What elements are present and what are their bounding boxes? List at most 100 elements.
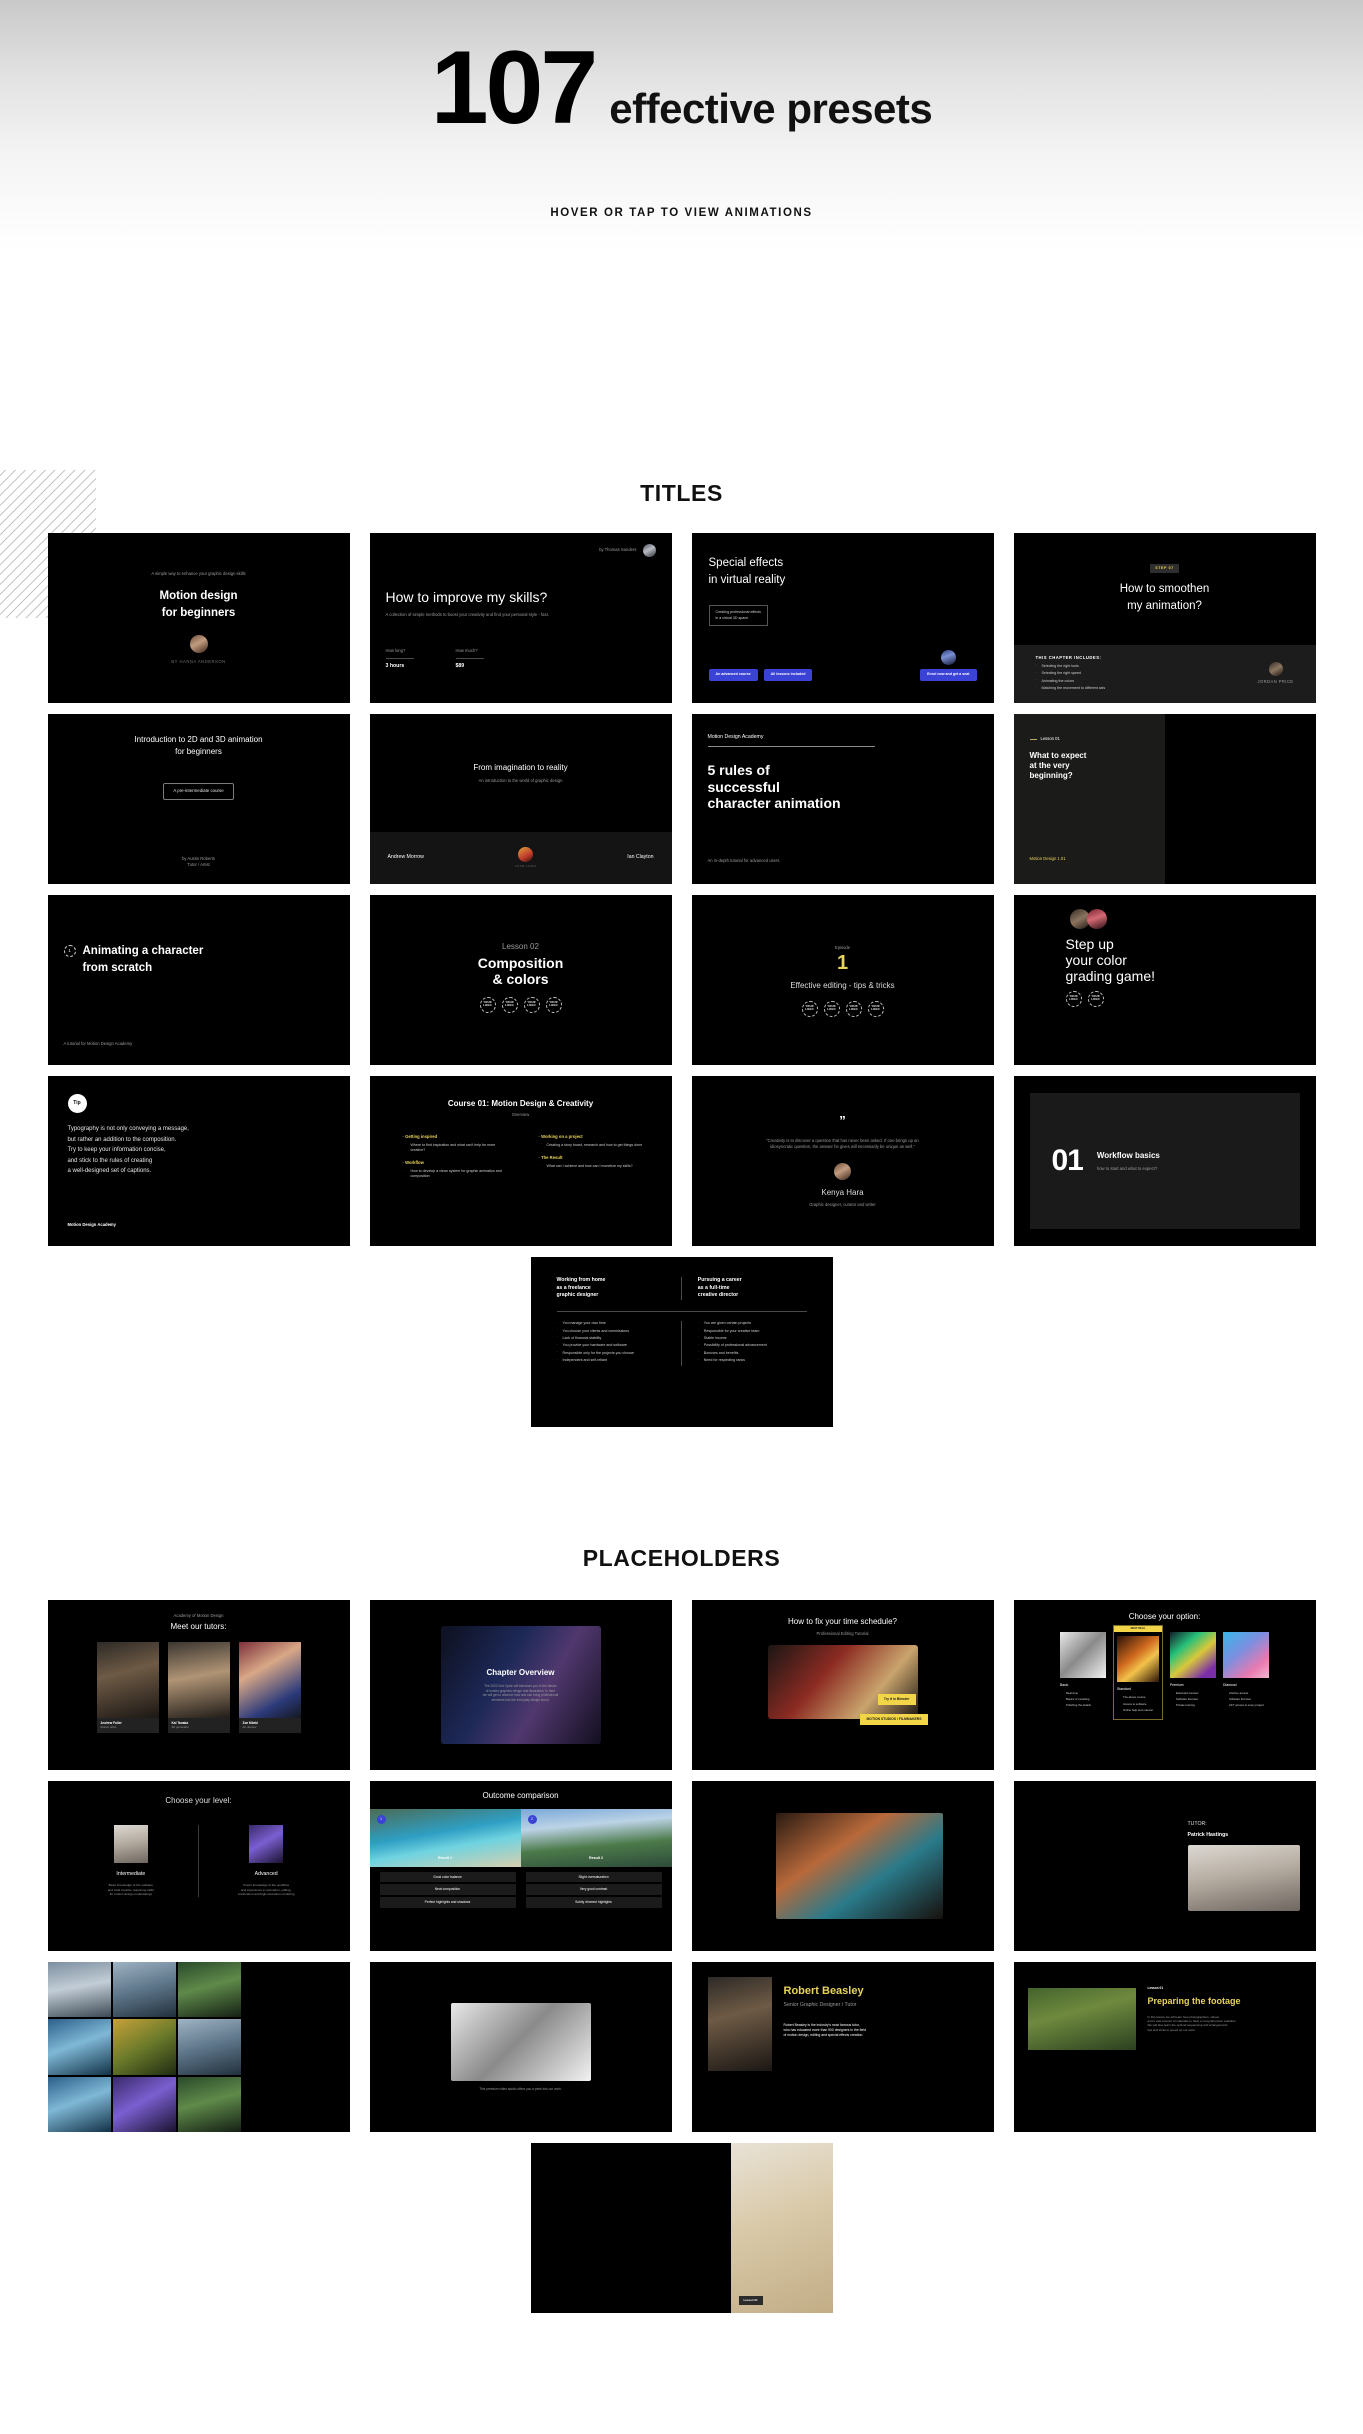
cta-advanced-course[interactable]: An advanced course: [708, 668, 758, 681]
compare-right-item: Possibility of professional advancement: [698, 1343, 807, 1348]
quote-line2: idiosyncratic question, the answer he gi…: [770, 1143, 915, 1149]
placeholder-card-preparing-footage[interactable]: Lesson 01 Preparing the footage In this …: [1013, 1962, 1316, 2132]
compare-right-item: Need for respecting ranks: [698, 1358, 807, 1363]
card-title: Chapter Overview: [486, 1668, 555, 1678]
preset-card-special-effects[interactable]: Special effects in virtual reality Creat…: [691, 533, 994, 703]
tip-line: Typography is not only conveying a messa…: [67, 1126, 189, 1132]
tutor-photo: [707, 1977, 772, 2071]
preset-card-improve-skills[interactable]: by Thomas Sanders How to improve my skil…: [369, 533, 672, 703]
cta-enrol[interactable]: Enrol now and get a seat: [920, 668, 977, 681]
tip-badge: Tip: [67, 1094, 87, 1113]
card-title-line1: 5 rules of: [707, 762, 770, 779]
card-note-line1: Creating professional effects: [715, 610, 761, 615]
compare-left-title-l3: graphic designer: [556, 1292, 599, 1299]
preset-card-quote-kenya-hara[interactable]: ” “Creativity is to discover a question …: [691, 1076, 994, 1246]
preset-card-motion-design[interactable]: A simple way to enhance your graphic des…: [47, 533, 350, 703]
avatar: [940, 649, 956, 665]
overview-item: Creating a story board, research and how…: [541, 1142, 644, 1148]
preset-card-imagination-reality[interactable]: From imagination to reality An introduct…: [369, 714, 672, 884]
logo-placeholder: YOUR LOGO: [867, 1000, 884, 1017]
placeholder-card-notebook[interactable]: Lesson 01: [530, 2143, 833, 2313]
preset-card-typography-tip[interactable]: Tip Typography is not only conveying a m…: [47, 1076, 350, 1246]
comparison-row: Perfect highlights and shadows: [379, 1897, 516, 1908]
compare-right-title-l2: as a full-time: [697, 1284, 730, 1291]
card-title-line2: my animation?: [1127, 599, 1202, 612]
card-title-line2: successful: [707, 778, 780, 795]
speaker-name-left: Andrew Morrow: [387, 854, 424, 861]
placeholder-card-tutor-patrick[interactable]: TUTOR: Patrick Hastings: [1013, 1781, 1316, 1951]
titles-center-row: Working from home as a freelance graphic…: [33, 1257, 1330, 1427]
logo-placeholder: YOUR LOGO: [801, 1000, 818, 1017]
tier-name: Standard: [1117, 1687, 1131, 1692]
preset-card-smoothen-animation[interactable]: STEP 07 How to smoothen my animation? TH…: [1013, 533, 1316, 703]
overview-head: · Working on a project: [538, 1133, 583, 1139]
placeholder-card-time-schedule[interactable]: How to fix your time schedule? Professio…: [691, 1600, 994, 1770]
preset-card-what-to-expect[interactable]: Lesson 01 What to expect at the very beg…: [1013, 714, 1316, 884]
preset-card-5-rules[interactable]: Motion Design Academy 5 rules of success…: [691, 714, 994, 884]
best-deal-ribbon: BEST DEAL: [1114, 1625, 1162, 1633]
card-title-line2: & colors: [492, 971, 549, 988]
placeholder-card-studio-caption[interactable]: This premium video studio offers you a p…: [369, 1962, 672, 2132]
placeholder-card-outcome-comparison[interactable]: Outcome comparison 1 Result 1 2 Result 2…: [369, 1781, 672, 1951]
avatar: [1086, 909, 1107, 929]
card-subtitle: Professional Editing Tutorial: [816, 1630, 869, 1636]
cta-all-lessons[interactable]: All lessons included: [763, 668, 813, 681]
placeholder-card-robert-beasley[interactable]: Robert Beasley Senior Graphic Designer /…: [691, 1962, 994, 2132]
mosaic-tile: [178, 2076, 242, 2132]
card-title-line1: How to smoothen: [1119, 582, 1210, 595]
placeholder-card-choose-option[interactable]: Choose your option: Basic Real-time Basi…: [1013, 1600, 1316, 1770]
compare-left-title-l2: as a freelance: [556, 1284, 591, 1291]
placeholder-card-photo-mosaic[interactable]: [47, 1962, 350, 2132]
card-title-line2: your color: [1065, 952, 1127, 969]
quote-author-role: Graphic designer, curator and writer: [809, 1201, 876, 1207]
card-author: JORDAN PRICE: [1257, 679, 1294, 685]
episode-number: 1: [836, 952, 849, 975]
logo-placeholder: YOUR LOGO: [1087, 991, 1104, 1008]
card-byline: by Thomas Sanders: [599, 547, 637, 553]
compare-left-item: Responsible only for the projects you ch…: [557, 1350, 666, 1356]
tutor-eyebrow: TUTOR:: [1187, 1820, 1207, 1827]
preset-card-intro-2d-3d[interactable]: Introduction to 2D and 3D animation for …: [47, 714, 350, 884]
preset-card-career-comparison[interactable]: Working from home as a freelance graphic…: [530, 1257, 833, 1427]
preset-card-episode-1[interactable]: Episode 1 Effective editing - tips & tri…: [691, 895, 994, 1065]
comparison-row: Good color balance: [379, 1871, 516, 1883]
preset-card-composition-colors[interactable]: Lesson 02 Composition & colors YOUR LOGO…: [369, 895, 672, 1065]
course-level-chip[interactable]: A pre-intermediate course: [163, 783, 234, 800]
level-name: Advanced: [254, 1870, 278, 1877]
level-name: Intermediate: [116, 1870, 146, 1877]
preset-card-workflow-basics[interactable]: 01 Workflow basics how to start and what…: [1013, 1076, 1316, 1246]
mosaic-tile: [178, 2019, 242, 2075]
preset-card-course-overview[interactable]: Course 01: Motion Design & Creativity Ov…: [369, 1076, 672, 1246]
section-number: 01: [1051, 1144, 1084, 1177]
cta-motion-studios[interactable]: MOTION STUDIOS / FILMMAKERS: [860, 1713, 928, 1725]
avatar: [834, 1162, 851, 1180]
preset-card-animating-character[interactable]: 1 Animating a character from scratch A t…: [47, 895, 350, 1065]
tier-item: Access to software: [1117, 1701, 1159, 1706]
mosaic-tile: [112, 1962, 177, 2018]
level-image: [249, 1824, 284, 1863]
section-title-placeholders: PLACEHOLDERS: [582, 1545, 781, 1571]
brand-name: Motion Design Academy: [707, 734, 764, 740]
placeholder-card-chapter-overview[interactable]: Chapter Overview The 2022 2nd Cycle will…: [369, 1600, 672, 1770]
compare-left-item: Lack of financial stability: [557, 1335, 666, 1341]
tutor-bio-line: of motion design, editing and special ef…: [783, 2033, 864, 2038]
card-author-line2: Tutor / Artist: [187, 861, 210, 867]
chapter-item: Matching the movement to different axis: [1036, 685, 1106, 691]
card-title: Outcome comparison: [482, 1791, 559, 1800]
card-subtitle: A collection of simple methods to boost …: [385, 612, 549, 618]
preset-card-color-grading[interactable]: Step up your color grading game! YOUR LO…: [1013, 895, 1316, 1065]
placeholder-card-choose-level[interactable]: Choose your level: Intermediate Basic kn…: [47, 1781, 350, 1951]
placeholder-card-meet-tutors[interactable]: Academy of Motion Design Meet our tutors…: [47, 1600, 350, 1770]
cta-try-blender[interactable]: Try it in Blender: [877, 1693, 916, 1705]
tutor-photo: [238, 1641, 301, 1718]
tutor-photo: [167, 1641, 230, 1718]
tier-item: Software licenses: [1223, 1696, 1269, 1701]
card-footer: Motion Design Academy: [67, 1221, 116, 1227]
card-footer: A tutorial for Motion Design Academy: [63, 1040, 133, 1046]
chapter-item: Animating the colors: [1036, 678, 1106, 684]
placeholder-card-studio-video[interactable]: [691, 1781, 994, 1951]
tier-image: [1060, 1631, 1106, 1678]
comparison-row: Slight oversaturation: [525, 1871, 662, 1883]
result-label-2: Result 2: [589, 1856, 603, 1861]
level-desc: colorization and high-resolution renderi…: [237, 1892, 295, 1897]
